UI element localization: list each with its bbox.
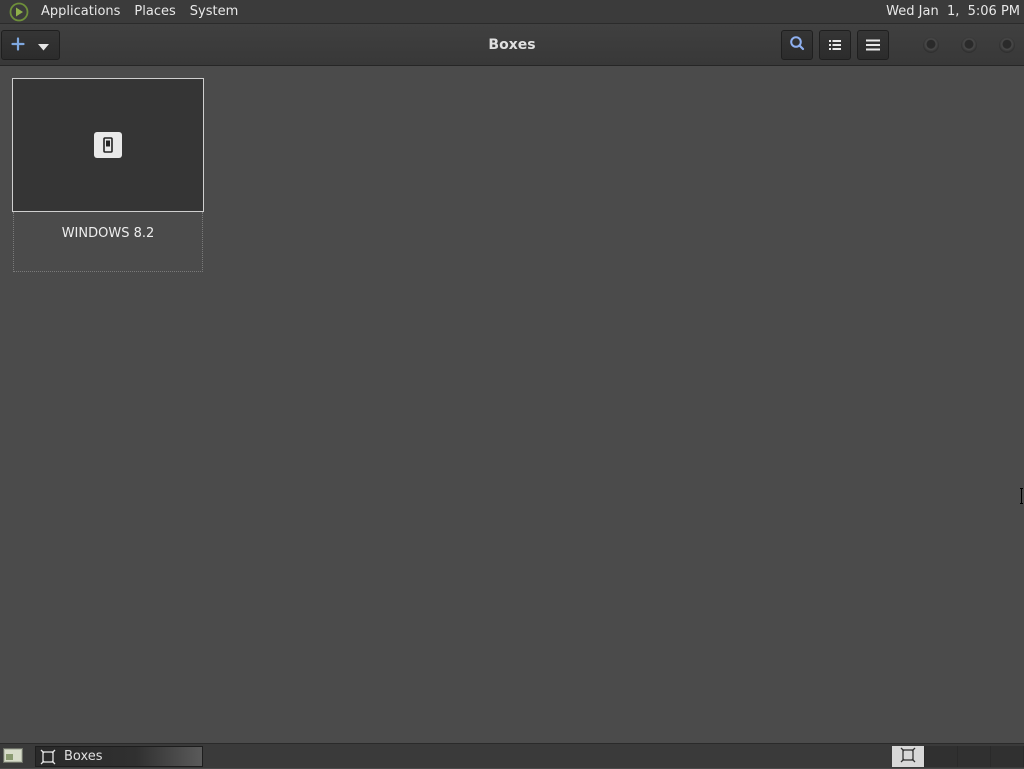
hamburger-menu-icon — [866, 36, 880, 55]
search-button[interactable] — [781, 30, 813, 60]
boxes-app-icon — [40, 749, 56, 765]
box-thumbnail[interactable] — [12, 78, 204, 212]
bottom-panel: Boxes — [0, 743, 1024, 768]
workspace-3[interactable] — [958, 746, 991, 767]
maximize-button[interactable] — [961, 37, 977, 53]
boxes-collection-view: WINDOWS 8.2 — [0, 67, 1024, 743]
list-icon — [829, 36, 841, 55]
desktop-icon — [2, 747, 23, 767]
distro-logo-icon[interactable] — [8, 1, 30, 23]
app-menu-button[interactable] — [857, 30, 889, 60]
taskbar-item-boxes[interactable]: Boxes — [35, 746, 203, 767]
show-desktop-button[interactable] — [2, 747, 23, 766]
menu-places[interactable]: Places — [127, 0, 182, 24]
box-label-area[interactable]: WINDOWS 8.2 — [13, 212, 203, 272]
vm-placeholder-icon — [94, 132, 122, 158]
close-button[interactable] — [999, 37, 1015, 53]
search-icon — [789, 35, 805, 55]
workspace-1[interactable] — [892, 746, 925, 767]
boxes-app-icon — [900, 747, 916, 767]
menu-applications[interactable]: Applications — [34, 0, 127, 24]
new-box-button[interactable] — [1, 30, 60, 60]
menu-system[interactable]: System — [183, 0, 245, 24]
box-name: WINDOWS 8.2 — [61, 226, 155, 241]
top-panel: Applications Places System Wed Jan 1, 5:… — [0, 0, 1024, 24]
workspace-2[interactable] — [925, 746, 958, 767]
selection-mode-button[interactable] — [819, 30, 851, 60]
header-bar: Boxes — [0, 24, 1024, 66]
box-tile[interactable]: WINDOWS 8.2 — [12, 78, 204, 273]
workspace-4[interactable] — [991, 746, 1024, 767]
chevron-down-icon[interactable] — [38, 36, 49, 55]
clock[interactable]: Wed Jan 1, 5:06 PM — [886, 4, 1024, 19]
minimize-button[interactable] — [923, 37, 939, 53]
text-cursor-icon — [1020, 488, 1024, 504]
new-box-icon — [11, 36, 25, 55]
workspace-switcher — [892, 746, 1024, 767]
taskbar-item-label: Boxes — [64, 749, 103, 764]
